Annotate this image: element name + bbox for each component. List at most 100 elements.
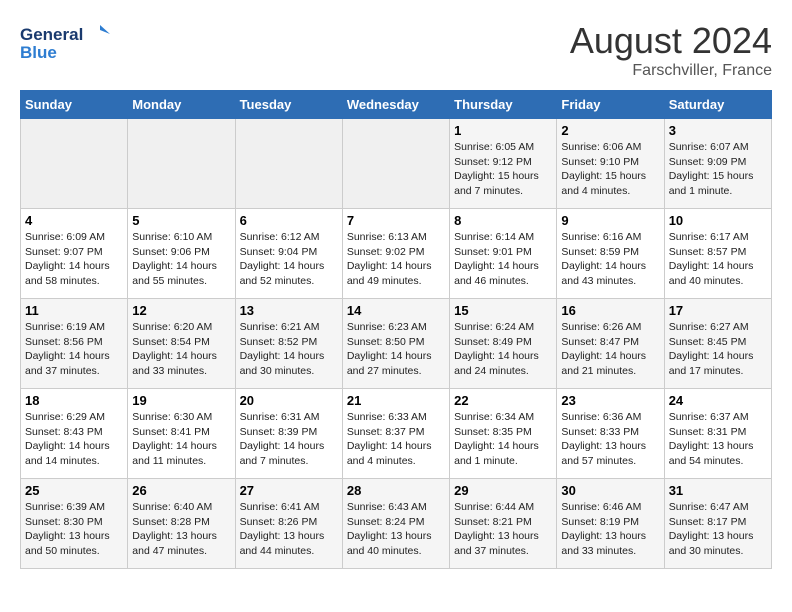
day-number: 3 xyxy=(669,123,767,138)
calendar-week-row: 11 Sunrise: 6:19 AMSunset: 8:56 PMDayligh… xyxy=(21,299,772,389)
svg-text:Blue: Blue xyxy=(20,43,57,62)
day-detail: Sunrise: 6:19 AMSunset: 8:56 PMDaylight:… xyxy=(25,320,123,379)
calendar-cell: 24Sunrise: 6:37 AMSunset: 8:31 PMDayligh… xyxy=(664,389,771,479)
calendar-cell: 21 Sunrise: 6:33 AMSunset: 8:37 PMDayligh… xyxy=(342,389,449,479)
day-number: 24 xyxy=(669,393,767,408)
calendar-cell: 22 Sunrise: 6:34 AMSunset: 8:35 PMDayligh… xyxy=(450,389,557,479)
day-detail: Sunrise: 6:40 AMSunset: 8:28 PMDaylight:… xyxy=(132,500,230,559)
day-number: 31 xyxy=(669,483,767,498)
calendar-cell: 10 Sunrise: 6:17 AMSunset: 8:57 PMDayligh… xyxy=(664,209,771,299)
day-detail: Sunrise: 6:14 AMSunset: 9:01 PMDaylight:… xyxy=(454,230,552,289)
logo-svg: General Blue xyxy=(20,20,110,65)
calendar-week-row: 25Sunrise: 6:39 AMSunset: 8:30 PMDayligh… xyxy=(21,479,772,569)
calendar-cell: 16 Sunrise: 6:26 AMSunset: 8:47 PMDayligh… xyxy=(557,299,664,389)
calendar-cell: 9Sunrise: 6:16 AMSunset: 8:59 PMDaylight… xyxy=(557,209,664,299)
svg-text:General: General xyxy=(20,25,83,44)
calendar-cell: 27 Sunrise: 6:41 AMSunset: 8:26 PMDayligh… xyxy=(235,479,342,569)
calendar-cell: 7 Sunrise: 6:13 AMSunset: 9:02 PMDaylight… xyxy=(342,209,449,299)
day-number: 4 xyxy=(25,213,123,228)
day-detail: Sunrise: 6:07 AMSunset: 9:09 PMDaylight:… xyxy=(669,140,767,199)
day-number: 11 xyxy=(25,303,123,318)
calendar-cell: 29 Sunrise: 6:44 AMSunset: 8:21 PMDayligh… xyxy=(450,479,557,569)
day-number: 5 xyxy=(132,213,230,228)
calendar-cell: 17Sunrise: 6:27 AMSunset: 8:45 PMDayligh… xyxy=(664,299,771,389)
day-detail: Sunrise: 6:06 AMSunset: 9:10 PMDaylight:… xyxy=(561,140,659,199)
day-detail: Sunrise: 6:23 AMSunset: 8:50 PMDaylight:… xyxy=(347,320,445,379)
day-detail: Sunrise: 6:47 AMSunset: 8:17 PMDaylight:… xyxy=(669,500,767,559)
day-number: 1 xyxy=(454,123,552,138)
calendar-cell: 26Sunrise: 6:40 AMSunset: 8:28 PMDayligh… xyxy=(128,479,235,569)
day-number: 12 xyxy=(132,303,230,318)
month-title: August 2024 xyxy=(570,20,772,62)
day-number: 25 xyxy=(25,483,123,498)
calendar-cell: 20 Sunrise: 6:31 AMSunset: 8:39 PMDayligh… xyxy=(235,389,342,479)
day-detail: Sunrise: 6:30 AMSunset: 8:41 PMDaylight:… xyxy=(132,410,230,469)
weekday-header: Thursday xyxy=(450,91,557,119)
calendar-cell: 4Sunrise: 6:09 AMSunset: 9:07 PMDaylight… xyxy=(21,209,128,299)
day-number: 15 xyxy=(454,303,552,318)
weekday-header: Monday xyxy=(128,91,235,119)
weekday-header: Sunday xyxy=(21,91,128,119)
calendar-cell xyxy=(128,119,235,209)
weekday-header: Tuesday xyxy=(235,91,342,119)
day-detail: Sunrise: 6:44 AMSunset: 8:21 PMDaylight:… xyxy=(454,500,552,559)
calendar-cell: 5 Sunrise: 6:10 AMSunset: 9:06 PMDaylight… xyxy=(128,209,235,299)
day-detail: Sunrise: 6:20 AMSunset: 8:54 PMDaylight:… xyxy=(132,320,230,379)
calendar-cell: 30 Sunrise: 6:46 AMSunset: 8:19 PMDayligh… xyxy=(557,479,664,569)
day-detail: Sunrise: 6:46 AMSunset: 8:19 PMDaylight:… xyxy=(561,500,659,559)
calendar-cell: 25Sunrise: 6:39 AMSunset: 8:30 PMDayligh… xyxy=(21,479,128,569)
calendar-week-row: 18Sunrise: 6:29 AMSunset: 8:43 PMDayligh… xyxy=(21,389,772,479)
day-detail: Sunrise: 6:34 AMSunset: 8:35 PMDaylight:… xyxy=(454,410,552,469)
day-number: 8 xyxy=(454,213,552,228)
day-detail: Sunrise: 6:33 AMSunset: 8:37 PMDaylight:… xyxy=(347,410,445,469)
day-number: 10 xyxy=(669,213,767,228)
calendar-cell xyxy=(342,119,449,209)
weekday-header: Wednesday xyxy=(342,91,449,119)
day-number: 13 xyxy=(240,303,338,318)
calendar-cell: 8 Sunrise: 6:14 AMSunset: 9:01 PMDaylight… xyxy=(450,209,557,299)
day-number: 30 xyxy=(561,483,659,498)
calendar-cell: 2 Sunrise: 6:06 AMSunset: 9:10 PMDaylight… xyxy=(557,119,664,209)
calendar-cell: 6 Sunrise: 6:12 AMSunset: 9:04 PMDaylight… xyxy=(235,209,342,299)
day-detail: Sunrise: 6:31 AMSunset: 8:39 PMDaylight:… xyxy=(240,410,338,469)
day-number: 18 xyxy=(25,393,123,408)
calendar-cell: 18Sunrise: 6:29 AMSunset: 8:43 PMDayligh… xyxy=(21,389,128,479)
day-detail: Sunrise: 6:24 AMSunset: 8:49 PMDaylight:… xyxy=(454,320,552,379)
calendar-cell: 11 Sunrise: 6:19 AMSunset: 8:56 PMDayligh… xyxy=(21,299,128,389)
calendar-cell: 13Sunrise: 6:21 AMSunset: 8:52 PMDayligh… xyxy=(235,299,342,389)
page-header: General Blue August 2024 Farschviller, F… xyxy=(20,20,772,80)
day-detail: Sunrise: 6:17 AMSunset: 8:57 PMDaylight:… xyxy=(669,230,767,289)
day-number: 28 xyxy=(347,483,445,498)
day-detail: Sunrise: 6:13 AMSunset: 9:02 PMDaylight:… xyxy=(347,230,445,289)
day-number: 6 xyxy=(240,213,338,228)
day-number: 21 xyxy=(347,393,445,408)
weekday-header: Saturday xyxy=(664,91,771,119)
calendar-cell xyxy=(235,119,342,209)
day-detail: Sunrise: 6:26 AMSunset: 8:47 PMDaylight:… xyxy=(561,320,659,379)
title-block: August 2024 Farschviller, France xyxy=(570,20,772,80)
day-number: 7 xyxy=(347,213,445,228)
day-number: 27 xyxy=(240,483,338,498)
day-detail: Sunrise: 6:27 AMSunset: 8:45 PMDaylight:… xyxy=(669,320,767,379)
calendar-cell: 23 Sunrise: 6:36 AMSunset: 8:33 PMDayligh… xyxy=(557,389,664,479)
logo: General Blue xyxy=(20,20,110,65)
day-number: 16 xyxy=(561,303,659,318)
day-number: 29 xyxy=(454,483,552,498)
day-number: 2 xyxy=(561,123,659,138)
day-number: 19 xyxy=(132,393,230,408)
day-detail: Sunrise: 6:36 AMSunset: 8:33 PMDaylight:… xyxy=(561,410,659,469)
day-number: 9 xyxy=(561,213,659,228)
weekday-header-row: SundayMondayTuesdayWednesdayThursdayFrid… xyxy=(21,91,772,119)
calendar-cell: 1Sunrise: 6:05 AMSunset: 9:12 PMDaylight… xyxy=(450,119,557,209)
day-number: 22 xyxy=(454,393,552,408)
day-number: 23 xyxy=(561,393,659,408)
day-detail: Sunrise: 6:10 AMSunset: 9:06 PMDaylight:… xyxy=(132,230,230,289)
calendar-cell: 31 Sunrise: 6:47 AMSunset: 8:17 PMDayligh… xyxy=(664,479,771,569)
day-number: 20 xyxy=(240,393,338,408)
calendar-week-row: 4Sunrise: 6:09 AMSunset: 9:07 PMDaylight… xyxy=(21,209,772,299)
calendar-cell: 14 Sunrise: 6:23 AMSunset: 8:50 PMDayligh… xyxy=(342,299,449,389)
day-number: 14 xyxy=(347,303,445,318)
calendar-cell: 12 Sunrise: 6:20 AMSunset: 8:54 PMDayligh… xyxy=(128,299,235,389)
day-detail: Sunrise: 6:12 AMSunset: 9:04 PMDaylight:… xyxy=(240,230,338,289)
day-detail: Sunrise: 6:41 AMSunset: 8:26 PMDaylight:… xyxy=(240,500,338,559)
